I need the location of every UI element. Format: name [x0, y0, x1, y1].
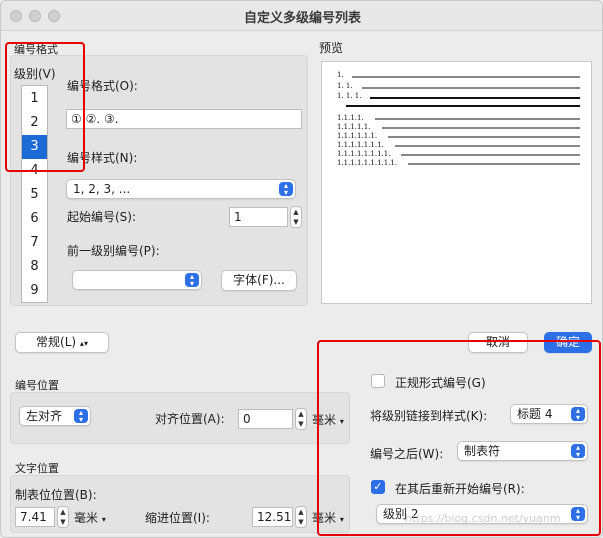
level-item-5[interactable]: 5 — [22, 183, 47, 207]
level-item-8[interactable]: 8 — [22, 255, 47, 279]
title-bar: 自定义多级编号列表 — [1, 1, 602, 31]
preview-line-6: 1.1.1.1.1.1. — [337, 132, 378, 140]
alignment-select-value: 左对齐 — [26, 409, 63, 423]
annotation-highlight-options — [317, 340, 601, 536]
preview-line-4: 1.1.1.1. — [337, 114, 364, 122]
preview-line-2: 1. 1. — [337, 82, 353, 90]
chevron-updown-icon: ▴ ▾ — [279, 182, 293, 197]
tab-unit-select[interactable]: 毫米 ▾ — [74, 509, 106, 526]
window-title: 自定义多级编号列表 — [243, 11, 361, 26]
preview-rule — [401, 154, 580, 156]
tab-unit-label: 毫米 — [74, 511, 99, 525]
chevron-updown-icon: ▴ ▾ — [74, 409, 88, 424]
annotation-highlight-levels — [5, 42, 85, 172]
align-at-stepper[interactable]: ▲ ▼ — [295, 408, 307, 430]
dialog-window: 自定义多级编号列表 编号格式 级别(V) 1 2 3 4 5 6 7 8 9 编… — [0, 0, 603, 538]
align-at-input[interactable]: 0 — [238, 409, 293, 429]
start-number-label: 起始编号(S): — [67, 210, 137, 224]
mode-popup-label: 常规(L) — [36, 335, 77, 349]
chevron-down-icon: ▾ — [101, 515, 106, 524]
style-select-value: 1, 2, 3, ... — [73, 182, 131, 196]
tab-stop-stepper[interactable]: ▲ ▼ — [57, 506, 69, 528]
start-number-input[interactable]: 1 — [229, 207, 288, 227]
format-input[interactable]: ① ②. ③. — [66, 109, 302, 129]
preview-line-5: 1.1.1.1.1. — [337, 123, 371, 131]
preview-line-9: 1.1.1.1.1.1.1.1.1. — [337, 159, 398, 167]
level-item-7[interactable]: 7 — [22, 231, 47, 255]
indent-label: 缩进位置(I): — [145, 511, 210, 525]
font-button[interactable]: 字体(F)... — [221, 270, 297, 291]
style-select[interactable]: 1, 2, 3, ... ▴ ▾ — [66, 179, 296, 199]
mode-popup[interactable]: 常规(L) ▴▾ — [15, 332, 109, 353]
prev-level-select[interactable]: ▴ ▾ — [72, 270, 202, 290]
preview-rule — [382, 127, 580, 129]
tab-stop-label: 制表位位置(B): — [15, 488, 97, 502]
indent-input[interactable]: 12.51 — [252, 507, 293, 527]
preview-line-3: 1. 1. 1. — [337, 92, 362, 100]
preview-line-8: 1.1.1.1.1.1.1.1. — [337, 150, 391, 158]
alignment-select[interactable]: 左对齐 ▴ ▾ — [19, 406, 91, 426]
watermark-text: https://blog.csdn.net/yuanm — [405, 512, 561, 525]
preview-rule — [375, 118, 580, 120]
preview-line-1: 1. — [337, 71, 344, 79]
preview-line-7: 1.1.1.1.1.1.1. — [337, 141, 384, 149]
preview-title: 预览 — [319, 41, 344, 55]
align-at-label: 对齐位置(A): — [155, 412, 225, 426]
preview-rule-current — [370, 97, 580, 99]
chevron-updown-icon: ▴ ▾ — [185, 273, 199, 288]
preview-rule — [352, 76, 580, 78]
level-item-6[interactable]: 6 — [22, 207, 47, 231]
preview-rule-current — [346, 105, 580, 107]
number-position-title: 编号位置 — [15, 379, 59, 392]
updown-arrow-icon: ▴▾ — [79, 339, 88, 348]
preview-rule — [395, 145, 580, 147]
level-item-9[interactable]: 9 — [22, 279, 47, 303]
preview-pane: 1. 1. 1. 1. 1. 1. 1.1.1.1. 1.1.1.1.1. 1.… — [321, 61, 592, 304]
indent-stepper[interactable]: ▲ ▼ — [295, 506, 307, 528]
start-number-stepper[interactable]: ▲ ▼ — [290, 206, 302, 228]
preview-rule — [362, 87, 580, 89]
preview-rule — [408, 163, 580, 165]
prev-level-label: 前一级别编号(P): — [67, 244, 160, 258]
tab-stop-input[interactable]: 7.41 — [15, 507, 55, 527]
preview-rule — [388, 136, 580, 138]
text-position-title: 文字位置 — [15, 462, 59, 475]
